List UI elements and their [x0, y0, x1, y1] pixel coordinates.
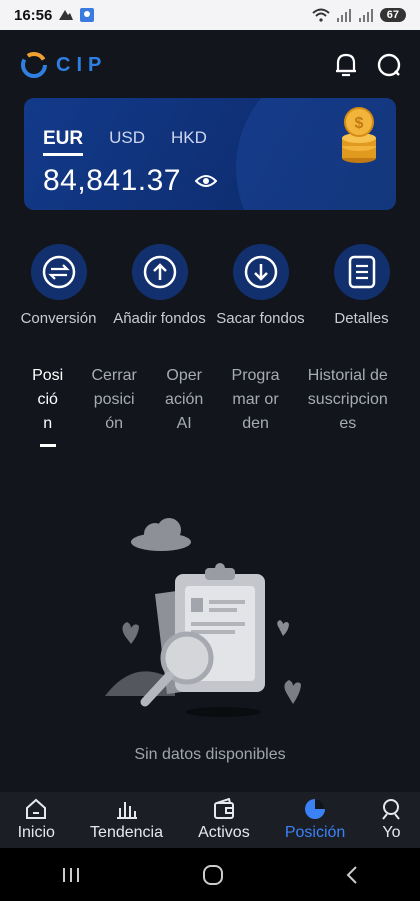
withdraw-funds-button[interactable]: Sacar fondos	[210, 244, 311, 327]
tab-close-line-2: posici	[93, 391, 135, 408]
signal-icon	[336, 9, 351, 22]
tab-position-line-1: Posi	[32, 367, 64, 384]
tab-subscription-history[interactable]: Historial de suscripcion es	[308, 364, 388, 447]
signal-icon-2	[358, 9, 373, 22]
tab-history-line-3: es	[339, 415, 357, 432]
tab-schedule-order[interactable]: Progra mar or den	[232, 364, 280, 447]
logo-text: CIP	[56, 53, 108, 76]
nav-label-me: Yo	[382, 824, 401, 841]
tab-history-line-2: suscripcion	[307, 391, 388, 408]
eye-icon[interactable]	[194, 173, 217, 189]
tab-schedule-line-3: den	[242, 415, 269, 432]
support-icon[interactable]	[376, 52, 402, 78]
system-navigation-bar	[0, 848, 420, 901]
status-time: 16:56	[14, 6, 53, 24]
status-bar: 16:56 67	[0, 0, 420, 30]
balance-amount: 84,841.37	[43, 164, 181, 197]
back-icon[interactable]	[344, 865, 360, 885]
action-buttons: Conversión Añadir fondos Sacar fondos De…	[0, 244, 420, 327]
home-button-icon[interactable]	[202, 864, 224, 886]
tab-ai-line-3: AI	[176, 415, 192, 432]
chart-icon	[116, 802, 137, 819]
nav-item-assets[interactable]: Activos	[198, 798, 250, 842]
add-funds-label: Añadir fondos	[113, 310, 206, 327]
nav-item-home[interactable]: Inicio	[18, 798, 55, 842]
conversion-label: Conversión	[20, 310, 97, 327]
app-notification-icon	[59, 10, 74, 20]
tab-schedule-line-1: Progra	[231, 367, 280, 384]
currency-tabs: EUR USD HKD	[43, 128, 207, 156]
empty-state: Sin datos disponibles	[0, 516, 420, 764]
tab-position-line-2: ció	[37, 391, 58, 408]
currency-tab-hkd[interactable]: HKD	[171, 128, 207, 150]
home-icon	[26, 798, 47, 819]
tab-position-line-3: n	[43, 415, 53, 432]
logo: CIP	[18, 49, 107, 81]
battery-indicator: 67	[379, 8, 406, 22]
withdraw-funds-label: Sacar fondos	[216, 310, 305, 327]
tab-ai-line-1: Oper	[166, 367, 202, 384]
nav-label-trend: Tendencia	[90, 824, 163, 841]
app-header: CIP	[0, 30, 420, 100]
bottom-navigation: Inicio Tendencia Activos Posición Yo	[0, 792, 420, 848]
active-tab-indicator	[39, 444, 56, 447]
arrow-down-icon	[244, 255, 277, 289]
position-tabs: Posi ció n Cerrar posici ón Oper ación A…	[0, 364, 420, 447]
tab-position[interactable]: Posi ció n	[32, 364, 63, 447]
recent-apps-icon[interactable]	[60, 866, 82, 884]
empty-state-text: Sin datos disponibles	[134, 746, 286, 763]
wifi-icon	[312, 8, 330, 22]
empty-clipboard-illustration	[105, 518, 301, 717]
nav-label-home: Inicio	[17, 824, 55, 841]
tab-ai-line-2: ación	[165, 391, 204, 408]
arrow-up-icon	[143, 255, 176, 289]
svg-text:$: $	[355, 115, 364, 132]
tab-ai-operation[interactable]: Oper ación AI	[165, 364, 203, 447]
nav-item-me[interactable]: Yo	[380, 798, 402, 842]
tab-close-position[interactable]: Cerrar posici ón	[91, 364, 136, 447]
wallet-icon	[213, 798, 234, 819]
nav-item-position[interactable]: Posición	[285, 798, 345, 842]
tab-schedule-line-2: mar or	[232, 391, 279, 408]
profile-icon	[382, 799, 401, 820]
pie-chart-icon	[305, 799, 326, 819]
tab-close-line-1: Cerrar	[91, 367, 137, 384]
add-funds-button[interactable]: Añadir fondos	[109, 244, 210, 327]
tab-history-line-1: Historial de	[307, 367, 388, 384]
document-icon	[348, 255, 375, 289]
image-icon	[80, 8, 95, 22]
conversion-button[interactable]: Conversión	[8, 244, 109, 327]
details-label: Detalles	[334, 310, 389, 327]
nav-label-position: Posición	[284, 824, 346, 841]
coins-icon: $	[342, 107, 376, 163]
balance-card: EUR USD HKD 84,841.37 $	[24, 98, 396, 210]
nav-label-assets: Activos	[198, 824, 250, 841]
logo-mark-icon	[21, 52, 47, 78]
details-button[interactable]: Detalles	[311, 244, 412, 327]
bell-icon[interactable]	[334, 52, 358, 78]
currency-tab-usd[interactable]: USD	[109, 128, 145, 150]
currency-tab-eur[interactable]: EUR	[43, 128, 84, 156]
nav-item-trend[interactable]: Tendencia	[90, 798, 163, 842]
tab-close-line-3: ón	[105, 415, 124, 432]
exchange-icon	[42, 255, 75, 289]
